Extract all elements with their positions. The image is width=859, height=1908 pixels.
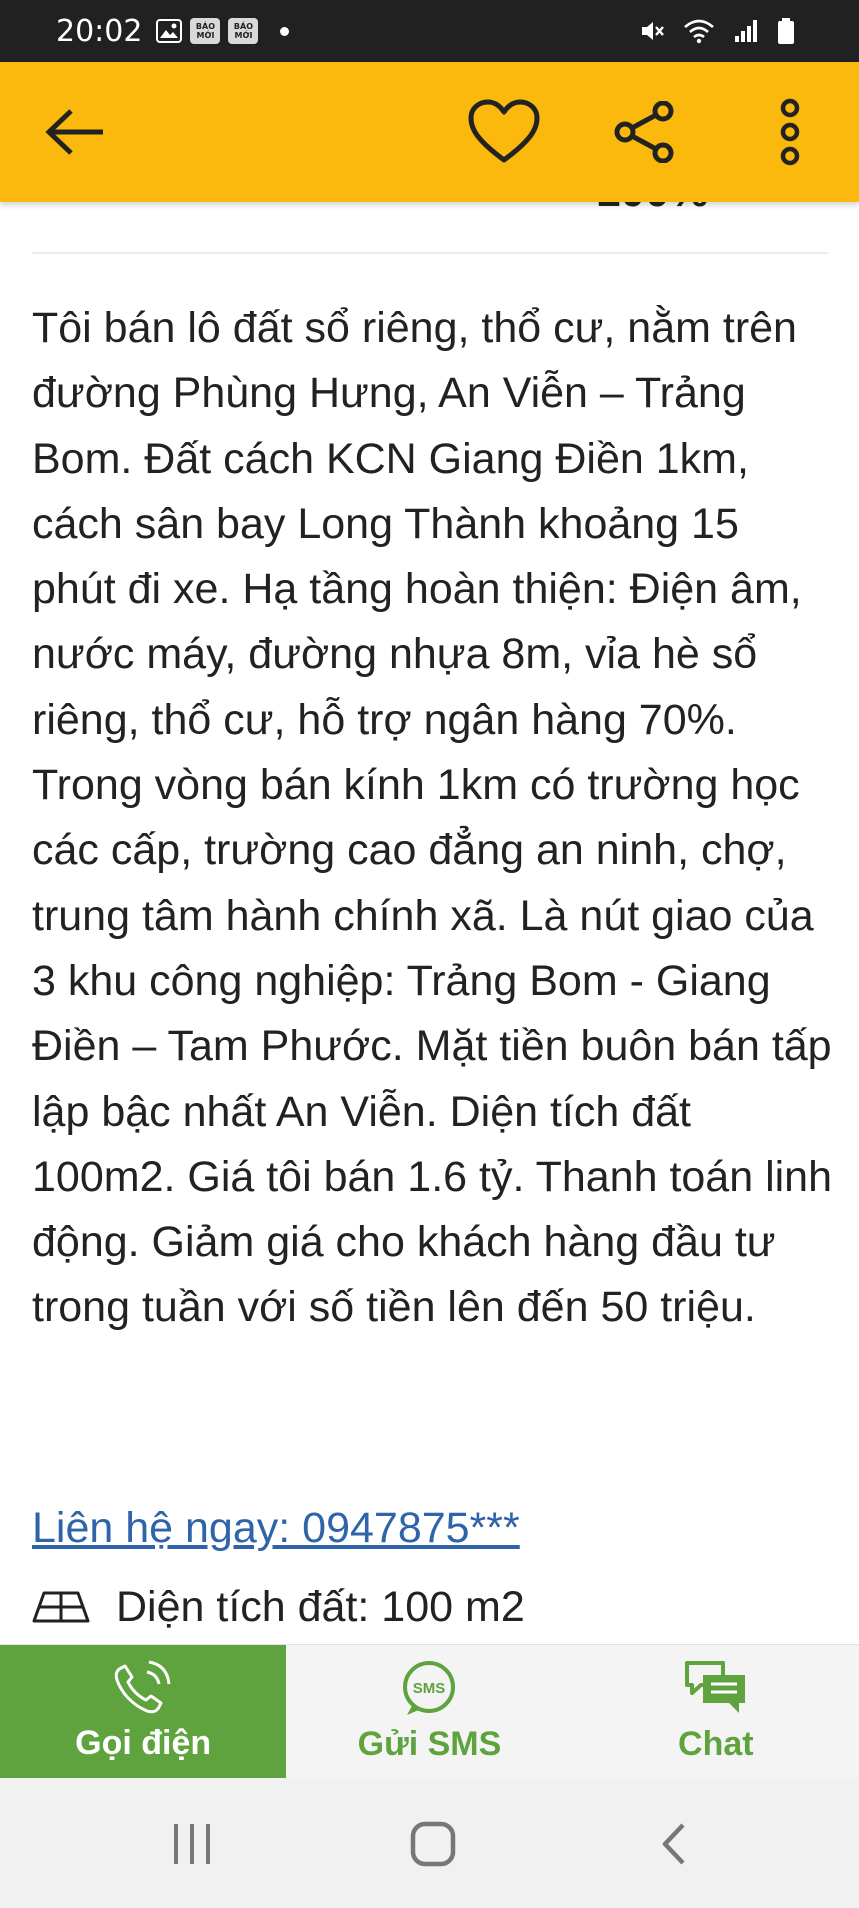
status-right-icons xyxy=(639,17,803,45)
call-label: Gọi điện xyxy=(75,1724,212,1762)
call-button[interactable]: Gọi điện xyxy=(0,1645,287,1778)
signal-icon xyxy=(733,18,759,44)
wifi-icon xyxy=(683,18,715,44)
sms-button[interactable]: SMS Gửi SMS xyxy=(286,1645,572,1778)
cut-off-value: 100% xyxy=(596,202,709,214)
system-nav-bar xyxy=(0,1778,859,1908)
listing-description: Tôi bán lô đất sổ riêng, thổ cư, nằm trê… xyxy=(32,304,833,1332)
sms-label: Gửi SMS xyxy=(357,1725,502,1763)
dot-icon xyxy=(280,26,290,36)
home-button[interactable] xyxy=(393,1812,473,1876)
back-arrow-icon xyxy=(45,109,103,155)
mute-icon xyxy=(639,18,665,44)
status-bar: 20:02 BÁO MỚI BÁO MỚI xyxy=(0,0,859,62)
baomoi-icon: BÁO MỚI xyxy=(228,18,259,44)
chat-icon xyxy=(684,1661,745,1713)
status-time: 20:02 xyxy=(56,13,143,49)
baomoi-icon: BÁO MỚI xyxy=(190,18,221,44)
app-bar xyxy=(0,62,859,202)
favorite-button[interactable] xyxy=(464,92,544,172)
listing-content[interactable]: 100% Tôi bán lô đất sổ riêng, thổ cư, nằ… xyxy=(0,202,859,1644)
phone-icon xyxy=(114,1660,171,1714)
share-icon xyxy=(614,101,674,163)
home-icon xyxy=(410,1821,456,1867)
sms-badge-text: SMS xyxy=(413,1680,446,1697)
more-vert-icon xyxy=(780,98,800,166)
contact-link[interactable]: Liên hệ ngay: 0947875*** xyxy=(32,1500,520,1556)
land-area-icon xyxy=(32,1590,90,1624)
more-options-button[interactable] xyxy=(750,92,830,172)
share-button[interactable] xyxy=(605,92,685,172)
area-label: Diện tích đất: 100 m2 xyxy=(116,1583,525,1631)
recents-icon xyxy=(174,1824,210,1864)
image-icon xyxy=(156,19,183,43)
chat-button[interactable]: Chat xyxy=(573,1645,859,1778)
recents-button[interactable] xyxy=(152,1812,232,1876)
chat-label: Chat xyxy=(678,1725,754,1763)
action-bar: Gọi điện SMS Gửi SMS Chat xyxy=(0,1644,859,1778)
sms-icon: SMS xyxy=(403,1661,456,1715)
back-nav-button[interactable] xyxy=(634,1812,714,1876)
cut-off-row: 100% xyxy=(0,202,859,224)
back-icon xyxy=(662,1823,685,1865)
area-row: Diện tích đất: 100 m2 xyxy=(32,1579,525,1635)
divider xyxy=(32,252,828,254)
battery-icon xyxy=(777,17,795,45)
heart-icon xyxy=(468,99,540,163)
back-button[interactable] xyxy=(36,92,116,172)
